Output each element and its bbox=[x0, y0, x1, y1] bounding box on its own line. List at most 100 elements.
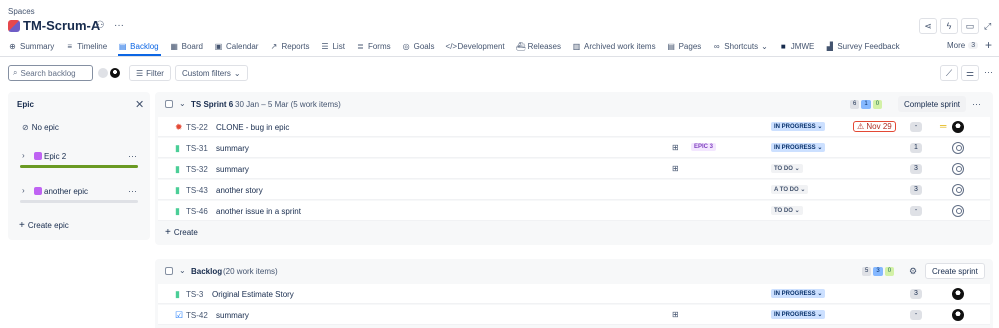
tab-calendar[interactable]: ▣ Calendar bbox=[214, 38, 264, 54]
table-row[interactable]: ▮ TS-31 summary ⊞ EPIC 3 IN PROGRESS ⌄ 1 bbox=[158, 138, 990, 158]
sprint-checkbox[interactable] bbox=[165, 100, 173, 108]
fullscreen-icon[interactable]: ⤢ bbox=[984, 21, 991, 32]
chevron-right-icon[interactable]: › bbox=[22, 151, 25, 160]
table-row[interactable]: ✹ TS-22 CLONE - bug in epic IN PROGRESS ⌄… bbox=[158, 117, 990, 137]
create-sprint-button[interactable]: Create sprint bbox=[925, 263, 985, 279]
tab-label: Board bbox=[181, 41, 203, 51]
team-icon[interactable]: ⚇ bbox=[94, 20, 106, 32]
view-settings-icon[interactable]: ⚌ bbox=[961, 65, 979, 81]
status-dropdown[interactable]: IN PROGRESS ⌄ bbox=[771, 310, 826, 319]
more-actions-icon[interactable]: ··· bbox=[113, 20, 125, 32]
tab-timeline[interactable]: ≡ Timeline bbox=[65, 38, 113, 54]
chevron-down-icon[interactable]: ⌄ bbox=[179, 99, 186, 108]
status-dropdown[interactable]: IN PROGRESS ⌄ bbox=[771, 122, 826, 131]
automation-icon[interactable]: ϟ bbox=[940, 18, 958, 34]
tab-forms[interactable]: ≣ Forms bbox=[356, 38, 397, 54]
tab-summary[interactable]: ⊕ Summary bbox=[8, 38, 60, 54]
table-row[interactable]: ▮ TS-3 Original Estimate Story IN PROGRES… bbox=[158, 284, 990, 304]
child-issues-icon[interactable]: ⊞ bbox=[672, 310, 679, 319]
sprint-more-icon[interactable]: ··· bbox=[972, 99, 981, 109]
child-issues-icon[interactable]: ⊞ bbox=[672, 143, 679, 152]
more-tab[interactable]: More 3 bbox=[947, 41, 979, 50]
tab-survey-feedback[interactable]: ▟ Survey Feedback bbox=[825, 38, 905, 54]
tab-backlog[interactable]: ▤ Backlog bbox=[118, 38, 164, 56]
table-row[interactable]: ▮ TS-46 another issue in a sprint TO DO ⌄… bbox=[158, 201, 990, 221]
no-epic-item[interactable]: ⊘ No epic bbox=[22, 123, 59, 132]
child-issues-icon[interactable]: ⊞ bbox=[672, 164, 679, 173]
create-epic-button[interactable]: + Create epic bbox=[19, 220, 69, 231]
epic-name[interactable]: another epic bbox=[44, 187, 88, 196]
story-points[interactable]: 3 bbox=[910, 164, 922, 174]
search-input[interactable] bbox=[20, 68, 87, 78]
tab-jmwe[interactable]: ■ JMWE bbox=[779, 38, 821, 54]
epic-lozenge[interactable]: EPIC 3 bbox=[691, 143, 717, 151]
assignee-avatar[interactable] bbox=[952, 205, 964, 217]
tab-releases[interactable]: ⛴ Releases bbox=[516, 38, 567, 54]
tab-board[interactable]: ▦ Board bbox=[170, 38, 209, 54]
epic-more-icon[interactable]: ··· bbox=[128, 151, 137, 161]
tab-archived-work-items[interactable]: ▥ Archived work items bbox=[572, 38, 662, 54]
table-row[interactable]: ▮ TS-43 another story A TO DO ⌄ 3 bbox=[158, 180, 990, 200]
issue-key[interactable]: TS-42 bbox=[186, 311, 208, 320]
assignee-avatar[interactable] bbox=[952, 309, 964, 321]
table-row[interactable]: ☑ TS-42 summary ⊞ IN PROGRESS ⌄ - bbox=[158, 305, 990, 325]
epic-name[interactable]: Epic 2 bbox=[44, 152, 66, 161]
issue-summary[interactable]: Original Estimate Story bbox=[212, 290, 294, 299]
chevron-right-icon[interactable]: › bbox=[22, 186, 25, 195]
tab-pages[interactable]: ▤ Pages bbox=[667, 38, 708, 54]
feedback-icon[interactable]: ▭ bbox=[961, 18, 979, 34]
share-icon[interactable]: ⋖ bbox=[919, 18, 937, 34]
complete-sprint-button[interactable]: Complete sprint bbox=[898, 96, 967, 112]
status-dropdown[interactable]: IN PROGRESS ⌄ bbox=[771, 289, 826, 298]
avatar-user[interactable] bbox=[109, 67, 121, 79]
tab-development[interactable]: </> Development bbox=[446, 38, 511, 54]
assignee-avatar[interactable] bbox=[952, 184, 964, 196]
issue-summary[interactable]: summary bbox=[216, 311, 249, 320]
issue-key[interactable]: TS-22 bbox=[186, 123, 208, 132]
tab-list[interactable]: ☰ List bbox=[320, 38, 350, 54]
custom-filters-button[interactable]: Custom filters ⌄ bbox=[175, 65, 248, 81]
chevron-down-icon[interactable]: ⌄ bbox=[179, 266, 186, 275]
issue-summary[interactable]: another story bbox=[216, 186, 263, 195]
status-dropdown[interactable]: TO DO ⌄ bbox=[771, 206, 803, 215]
story-points[interactable]: - bbox=[910, 206, 922, 216]
assignee-avatar[interactable] bbox=[952, 288, 964, 300]
issue-summary[interactable]: summary bbox=[216, 144, 249, 153]
avatar-unassigned[interactable] bbox=[97, 67, 109, 79]
issue-summary[interactable]: another issue in a sprint bbox=[216, 207, 301, 216]
add-tab-icon[interactable]: + bbox=[985, 38, 992, 52]
issue-key[interactable]: TS-31 bbox=[186, 144, 208, 153]
issue-key[interactable]: TS-46 bbox=[186, 207, 208, 216]
more-menu-icon[interactable]: ··· bbox=[984, 67, 993, 77]
backlog-checkbox[interactable] bbox=[165, 267, 173, 275]
epic-more-icon[interactable]: ··· bbox=[128, 186, 137, 196]
table-row[interactable]: ▮ TS-32 summary ⊞ TO DO ⌄ 3 bbox=[158, 159, 990, 179]
backlog-settings-icon[interactable]: ⚙ bbox=[909, 266, 917, 277]
chevron-down-icon: ⌄ bbox=[794, 208, 800, 214]
search-backlog[interactable]: ⌕ bbox=[8, 65, 93, 81]
status-dropdown[interactable]: TO DO ⌄ bbox=[771, 164, 803, 173]
tab-shortcuts[interactable]: ∞ Shortcuts ⌄ bbox=[712, 38, 774, 54]
close-icon[interactable]: ✕ bbox=[135, 98, 144, 111]
story-points[interactable]: 1 bbox=[910, 143, 922, 153]
insights-icon[interactable]: ⟋ bbox=[940, 65, 958, 81]
status-dropdown[interactable]: A TO DO ⌄ bbox=[771, 185, 809, 194]
status-dropdown[interactable]: IN PROGRESS ⌄ bbox=[771, 143, 826, 152]
issue-summary[interactable]: summary bbox=[216, 165, 249, 174]
story-points[interactable]: - bbox=[910, 310, 922, 320]
breadcrumb[interactable]: Spaces bbox=[8, 7, 35, 16]
tab-reports[interactable]: ↗ Reports bbox=[269, 38, 315, 54]
tab-goals[interactable]: ◎ Goals bbox=[402, 38, 441, 54]
filter-button[interactable]: ☰ Filter bbox=[129, 65, 171, 81]
assignee-avatar[interactable] bbox=[952, 142, 964, 154]
issue-summary[interactable]: CLONE - bug in epic bbox=[216, 123, 289, 132]
story-points[interactable]: 3 bbox=[910, 289, 922, 299]
story-points[interactable]: - bbox=[910, 122, 922, 132]
story-points[interactable]: 3 bbox=[910, 185, 922, 195]
issue-key[interactable]: TS-3 bbox=[186, 290, 203, 299]
issue-key[interactable]: TS-32 bbox=[186, 165, 208, 174]
assignee-avatar[interactable] bbox=[952, 121, 964, 133]
create-issue-button[interactable]: + Create bbox=[165, 227, 198, 238]
assignee-avatar[interactable] bbox=[952, 163, 964, 175]
issue-key[interactable]: TS-43 bbox=[186, 186, 208, 195]
